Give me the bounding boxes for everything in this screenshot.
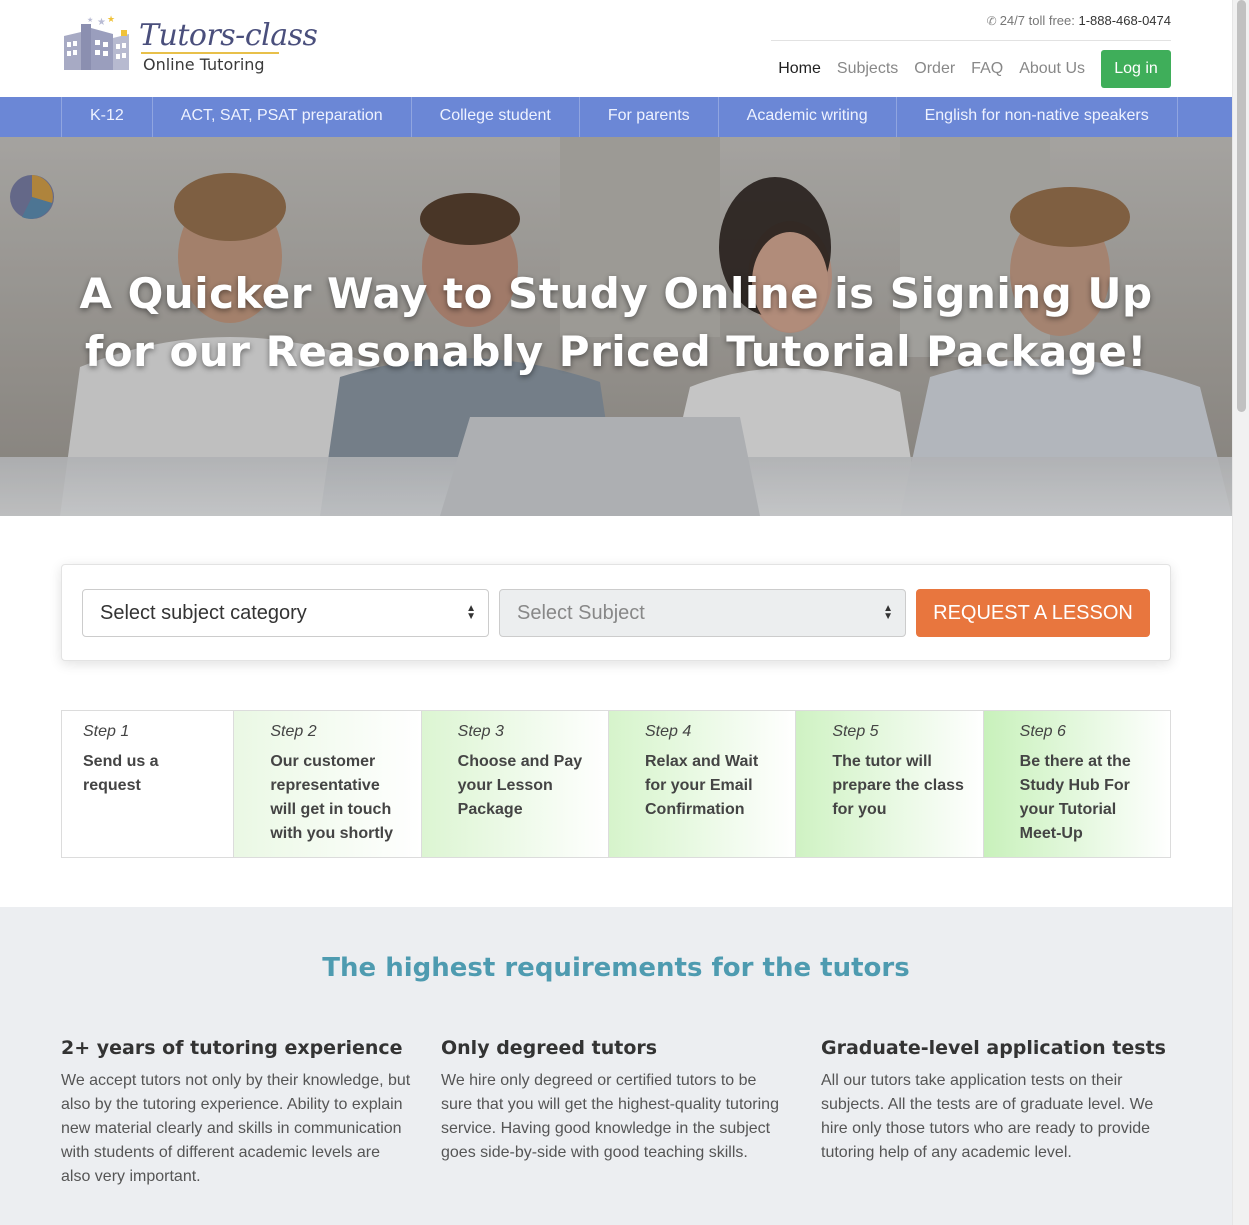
step-1: Step 1 Send us a request <box>62 711 235 857</box>
category-english-non-native[interactable]: English for non-native speakers <box>897 97 1178 137</box>
steps-list: Step 1 Send us a request Step 2 Our cust… <box>61 710 1171 858</box>
header: ★ ★ ★ Tutors-class Online Tutoring ✆ 24/7… <box>0 0 1232 97</box>
step-text: Our customer representative will get in … <box>270 753 393 842</box>
logo-name: Tutors-class <box>139 18 318 53</box>
step-text: Be there at the Study Hub For your Tutor… <box>1019 753 1131 842</box>
requirement-title: 2+ years of tutoring experience <box>61 1037 403 1059</box>
page-scrollbar[interactable] <box>1232 0 1249 1225</box>
step-3: Step 3 Choose and Pay your Lesson Packag… <box>421 711 609 857</box>
phone-info: ✆ 24/7 toll free: 1-888-468-0474 <box>987 13 1171 28</box>
svg-text:★: ★ <box>87 16 93 24</box>
requirement-title: Graduate-level application tests <box>821 1037 1166 1059</box>
scrollbar-thumb[interactable] <box>1237 0 1246 412</box>
sort-arrows-icon: ▲ ▼ <box>466 603 476 622</box>
subject-category-select[interactable]: Select subject category ▲ ▼ <box>82 589 489 637</box>
step-5: Step 5 The tutor will prepare the class … <box>796 711 984 857</box>
nav-order[interactable]: Order <box>914 60 955 78</box>
hero-headline: A Quicker Way to Study Online is Signing… <box>0 265 1232 381</box>
step-number: Step 5 <box>832 723 879 740</box>
hero-banner: A Quicker Way to Study Online is Signing… <box>0 137 1232 516</box>
subject-select-value: Select Subject <box>517 602 645 624</box>
logo-underline <box>141 52 279 54</box>
category-for-parents[interactable]: For parents <box>580 97 719 137</box>
hero-headline-line-1: A Quicker Way to Study Online is Signing… <box>79 269 1153 318</box>
requirement-degreed: Only degreed tutors We hire only degreed… <box>441 1037 791 1165</box>
step-text: Relax and Wait for your Email Confirmati… <box>644 753 759 818</box>
nav-subjects[interactable]: Subjects <box>837 60 898 78</box>
nav-home[interactable]: Home <box>778 60 821 78</box>
step-6: Step 6 Be there at the Study Hub For you… <box>983 711 1170 857</box>
header-divider <box>771 40 1171 41</box>
logo-subtitle: Online Tutoring <box>143 55 265 74</box>
logo[interactable]: ★ ★ ★ Tutors-class Online Tutoring <box>61 14 318 76</box>
requirement-experience: 2+ years of tutoring experience We accep… <box>61 1037 411 1189</box>
step-2: Step 2 Our customer representative will … <box>234 711 422 857</box>
step-text: Choose and Pay your Lesson Package <box>457 753 583 818</box>
buildings-logo-icon: ★ ★ ★ <box>64 14 129 70</box>
step-number: Step 6 <box>1019 723 1066 740</box>
step-text: Send us a request <box>83 753 159 794</box>
category-nav: K-12 ACT, SAT, PSAT preparation College … <box>0 97 1232 137</box>
requirement-text: All our tutors take application tests on… <box>821 1072 1154 1161</box>
svg-text:★: ★ <box>97 17 106 28</box>
step-4: Step 4 Relax and Wait for your Email Con… <box>608 711 797 857</box>
subject-select[interactable]: Select Subject ▲ ▼ <box>499 589 906 637</box>
hero-headline-line-2: for our Reasonably Priced Tutorial Packa… <box>85 327 1147 376</box>
request-lesson-form: Select subject category ▲ ▼ Select Subjec… <box>61 564 1171 661</box>
nav-about-us[interactable]: About Us <box>1019 60 1085 78</box>
phone-icon: ✆ <box>986 14 997 28</box>
requirement-title: Only degreed tutors <box>441 1037 658 1059</box>
sort-arrows-icon: ▲ ▼ <box>883 603 893 622</box>
request-lesson-button[interactable]: REQUEST A LESSON <box>916 589 1150 637</box>
phone-number[interactable]: 1-888-468-0474 <box>1078 13 1171 28</box>
category-test-prep[interactable]: ACT, SAT, PSAT preparation <box>153 97 412 137</box>
login-button[interactable]: Log in <box>1101 50 1171 88</box>
step-text: The tutor will prepare the class for you <box>832 753 964 818</box>
step-number: Step 1 <box>83 723 130 740</box>
requirement-text: We hire only degreed or certified tutors… <box>441 1072 779 1161</box>
nav-faq[interactable]: FAQ <box>971 60 1003 78</box>
subject-category-select-value: Select subject category <box>100 602 307 624</box>
category-college-student[interactable]: College student <box>412 97 580 137</box>
category-k12[interactable]: K-12 <box>62 97 153 137</box>
category-academic-writing[interactable]: Academic writing <box>719 97 897 137</box>
section-title: The highest requirements for the tutors <box>322 953 910 983</box>
step-number: Step 2 <box>270 723 317 740</box>
step-number: Step 3 <box>457 723 504 740</box>
top-nav: Home Subjects Order FAQ About Us Log in <box>762 50 1171 88</box>
step-number: Step 4 <box>644 723 692 740</box>
page: ★ ★ ★ Tutors-class Online Tutoring ✆ 24/7… <box>0 0 1232 1225</box>
svg-text:★: ★ <box>107 14 115 24</box>
requirement-tests: Graduate-level application tests All our… <box>821 1037 1171 1165</box>
phone-label: 24/7 toll free: <box>999 13 1075 28</box>
tutor-requirements-section: The highest requirements for the tutors … <box>0 907 1232 1225</box>
requirement-text: We accept tutors not only by their knowl… <box>61 1072 411 1185</box>
